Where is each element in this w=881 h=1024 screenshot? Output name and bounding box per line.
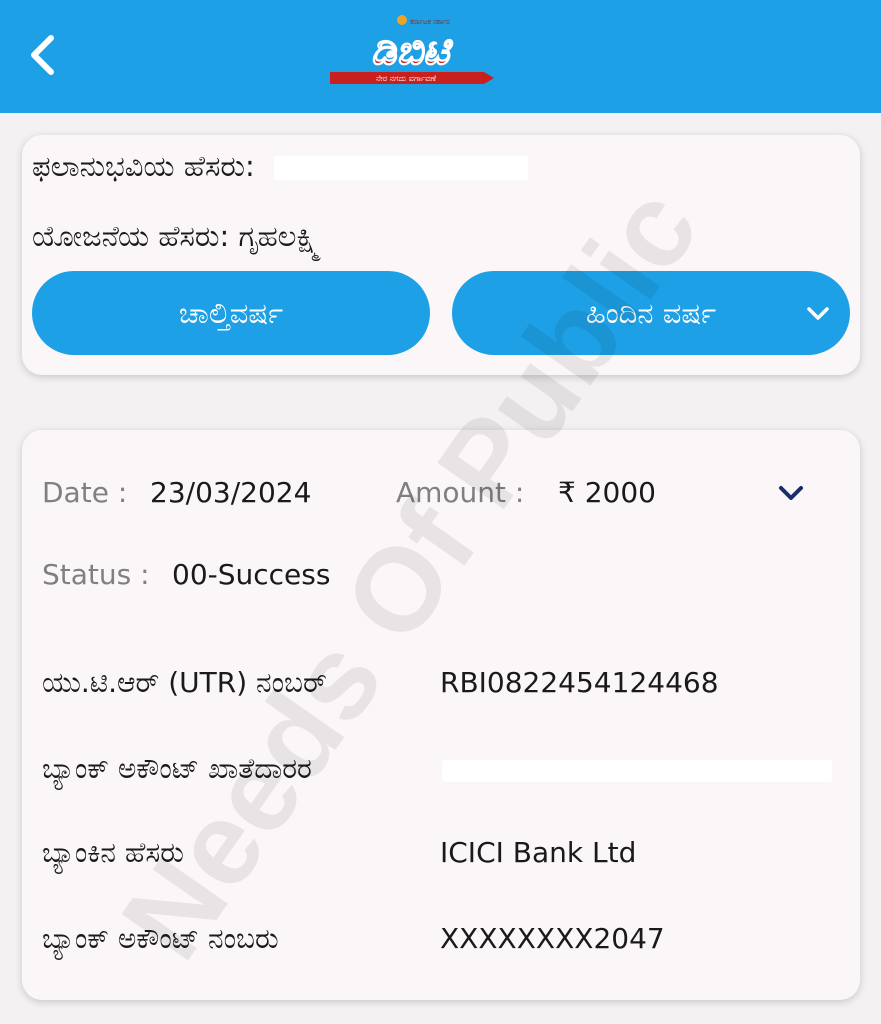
- account-number-value: XXXXXXXX2047: [440, 922, 665, 955]
- previous-year-dropdown[interactable]: ಹಿಂದಿನ ವರ್ಷ: [452, 271, 850, 355]
- status-value: 00-Success: [172, 558, 331, 591]
- back-button[interactable]: [22, 30, 62, 80]
- account-number-label: ಬ್ಯಾಂಕ್ ಅಕೌಂಟ್ ನಂಬರು: [42, 922, 279, 955]
- date-value: 23/03/2024: [150, 476, 312, 509]
- account-holder-redacted: [442, 760, 832, 782]
- bank-name-label: ಬ್ಯಾಂಕಿನ ಹೆಸರು: [42, 836, 184, 869]
- logo-wordmark: ಡಿಬಿಟಿ: [371, 28, 454, 74]
- previous-year-label: ಹಿಂದಿನ ವರ್ಷ: [585, 295, 717, 330]
- scheme-name-label: ಯೋಜನೆಯ ಹೆಸರು:: [32, 219, 230, 253]
- chevron-down-icon: [807, 307, 829, 320]
- amount-label: Amount :: [396, 476, 525, 509]
- amount-value: ₹ 2000: [558, 476, 656, 509]
- date-label: Date :: [42, 476, 128, 509]
- utr-label: ಯು.ಟಿ.ಆರ್ (UTR) ನಂಬರ್: [42, 666, 327, 699]
- beneficiary-name-label: ಫಲಾನುಭವಿಯ ಹೆಸರು:: [32, 149, 255, 183]
- status-label: Status :: [42, 558, 150, 591]
- beneficiary-name-redacted: [273, 156, 528, 180]
- logo-top-caption: ಕರ್ನಾಟಕ ಸರ್ಕಾರ: [410, 18, 450, 26]
- current-year-label: ಚಾಲ್ತಿವರ್ಷ: [178, 295, 284, 330]
- account-holder-label: ಬ್ಯಾಂಕ್ ಅಕೌಂಟ್ ಖಾತೆದಾರರ: [42, 752, 312, 785]
- current-year-button[interactable]: ಚಾಲ್ತಿವರ್ಷ: [32, 271, 430, 355]
- logo-bottom-caption: ನೇರ ನಗದು ವರ್ಗಾವಣೆ: [376, 74, 437, 83]
- scheme-name-row: ಯೋಜನೆಯ ಹೆಸರು: ಗೃಹಲಕ್ಷ್ಮಿ: [32, 219, 321, 254]
- dbt-logo: ಕರ್ನಾಟಕ ಸರ್ಕಾರ ಡಿಬಿಟಿ ನೇರ ನಗದು ವರ್ಗಾವಣೆ: [322, 14, 498, 90]
- chevron-left-icon: [31, 35, 54, 75]
- beneficiary-name-row: ಫಲಾನುಭವಿಯ ಹೆಸರು:: [32, 149, 528, 184]
- utr-value: RBI0822454124468: [440, 666, 719, 699]
- bank-name-value: ICICI Bank Ltd: [440, 836, 637, 869]
- expand-details-button[interactable]: [774, 476, 808, 510]
- scheme-name-value: ಗೃಹಲಕ್ಷ್ಮಿ: [238, 219, 322, 253]
- chevron-down-icon: [779, 486, 803, 500]
- app-header: ಕರ್ನಾಟಕ ಸರ್ಕಾರ ಡಿಬಿಟಿ ನೇರ ನಗದು ವರ್ಗಾವಣೆ: [0, 0, 881, 113]
- beneficiary-card: ಫಲಾನುಭವಿಯ ಹೆಸರು: ಯೋಜನೆಯ ಹೆಸರು: ಗೃಹಲಕ್ಷ್ಮ…: [22, 135, 860, 375]
- payment-card: Date : 23/03/2024 Amount : ₹ 2000 Status…: [22, 430, 860, 1000]
